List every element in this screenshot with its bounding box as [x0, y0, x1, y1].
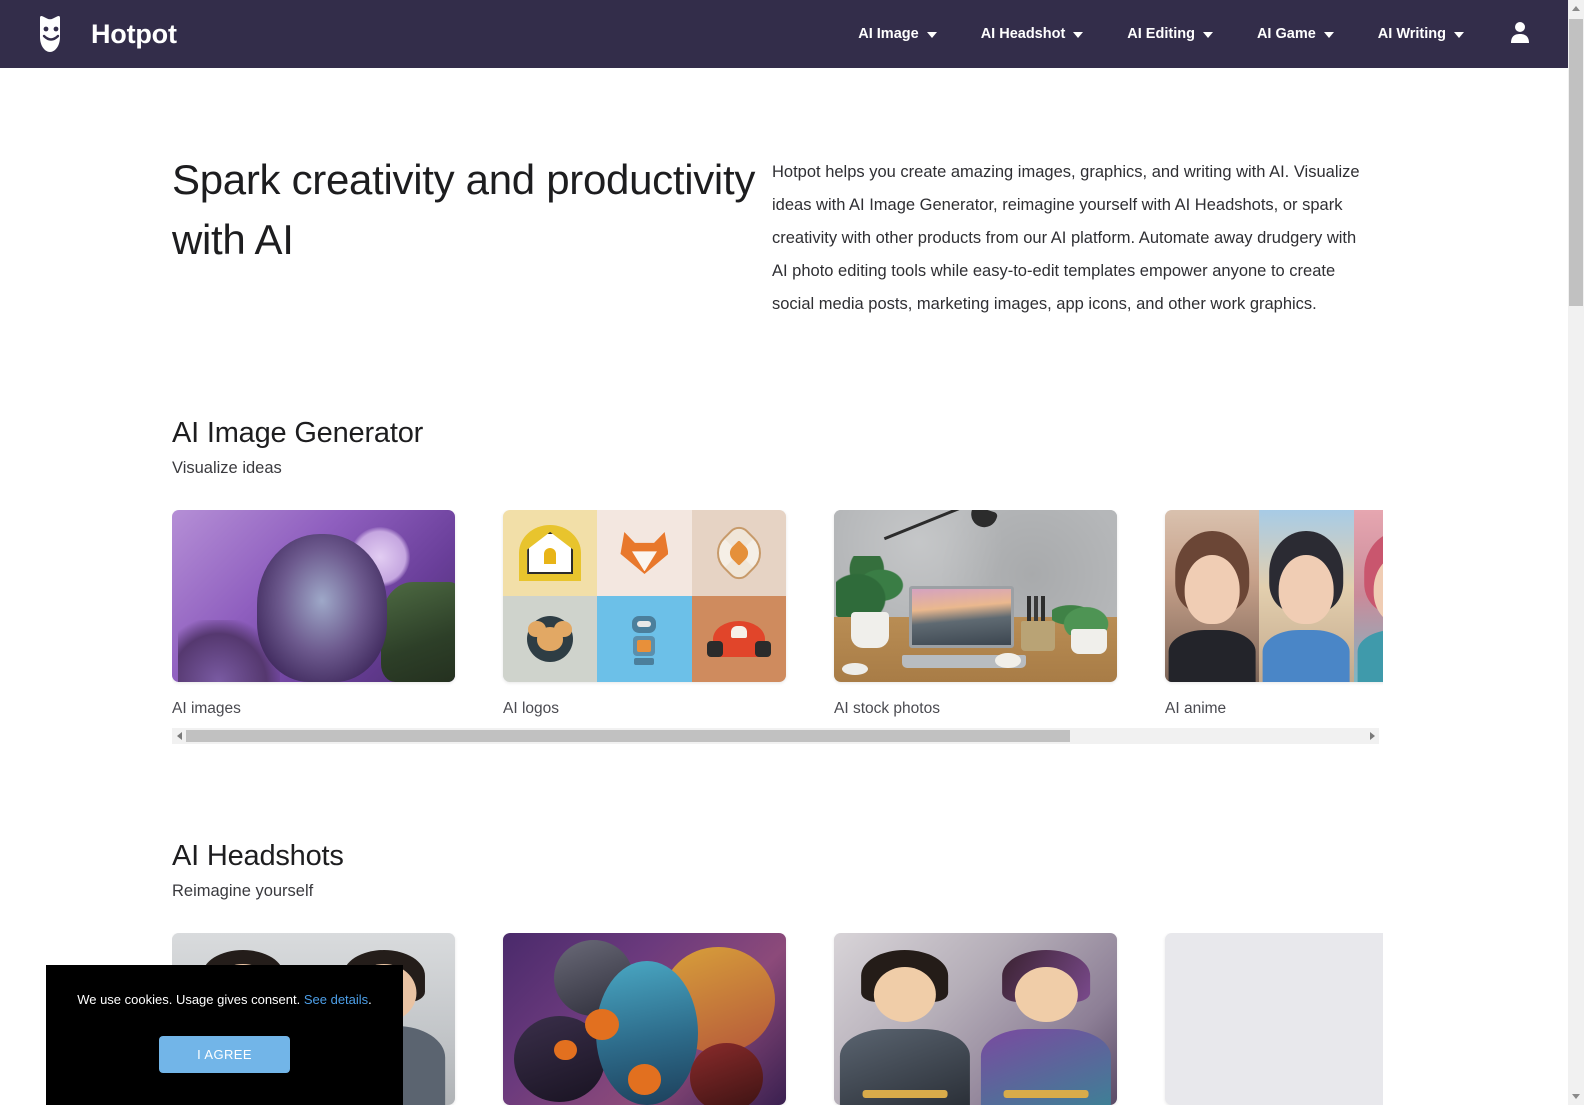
hero-right: Hotpot helps you create amazing images, …: [772, 150, 1372, 321]
nav-label: AI Image: [858, 26, 919, 42]
card-thumbnail[interactable]: [834, 510, 1117, 682]
chevron-down-icon: [1323, 32, 1334, 38]
church-logo-icon: [503, 510, 598, 596]
carousel-horizontal-scrollbar[interactable]: [172, 728, 1379, 744]
card-ai-stock-photos[interactable]: AI stock photos: [834, 510, 1117, 718]
chevron-down-icon: [926, 32, 937, 38]
card-lunar-new-year-headshots[interactable]: Lunar New Year Headshots: [1165, 933, 1383, 1105]
fox-logo-icon: [597, 510, 692, 596]
race-car-logo-icon: [691, 596, 786, 682]
cookie-text-after-link: .: [368, 992, 372, 1007]
section-title: AI Headshots: [172, 840, 344, 872]
page-title: Spark creativity and productivity with A…: [172, 156, 756, 263]
chevron-down-icon: [1073, 32, 1084, 38]
flower-logo-icon: [691, 510, 786, 596]
chevron-down-icon: [1202, 32, 1213, 38]
card-thumbnail[interactable]: [503, 510, 786, 682]
nav-item-ai-writing[interactable]: AI Writing: [1356, 16, 1486, 52]
nav-item-ai-headshot[interactable]: AI Headshot: [959, 16, 1106, 52]
hero-description: Hotpot helps you create amazing images, …: [772, 163, 1360, 313]
card-label: AI logos: [503, 700, 560, 717]
scroll-left-arrow-icon[interactable]: [172, 728, 186, 744]
main-navigation: AI Image AI Headshot AI Editing AI Game …: [836, 13, 1568, 56]
nav-label: AI Headshot: [980, 26, 1066, 42]
card-thumbnail[interactable]: [834, 933, 1117, 1105]
scroll-up-arrow-icon[interactable]: [1568, 0, 1584, 17]
vertical-scrollbar-thumb[interactable]: [1569, 19, 1583, 306]
card-thumbnail[interactable]: [1165, 933, 1383, 1105]
card-label: AI anime: [1165, 700, 1227, 717]
nav-item-ai-editing[interactable]: AI Editing: [1105, 16, 1235, 52]
cookie-text-before-link: We use cookies. Usage gives consent.: [77, 992, 304, 1007]
card-thumbnail[interactable]: [1165, 510, 1383, 682]
section-ai-image-generator: AI Image Generator Visualize ideas AI im…: [0, 417, 1568, 744]
scroll-right-arrow-icon[interactable]: [1365, 728, 1379, 744]
brand-logo-link[interactable]: Hotpot: [30, 14, 177, 54]
section-subtitle: Reimagine yourself: [172, 882, 314, 900]
ai-stock-photos-artwork: [834, 510, 1117, 682]
account-button[interactable]: [1486, 13, 1546, 56]
nav-item-ai-image[interactable]: AI Image: [836, 16, 958, 52]
scroll-down-arrow-icon[interactable]: [1568, 1088, 1584, 1105]
card-thumbnail[interactable]: [503, 933, 786, 1105]
site-header: Hotpot AI Image AI Headshot AI Editing A…: [0, 0, 1568, 68]
page-root: Hotpot AI Image AI Headshot AI Editing A…: [0, 0, 1584, 1105]
card-ai-anime[interactable]: AI anime: [1165, 510, 1383, 718]
page-content: Spark creativity and productivity with A…: [0, 68, 1568, 1105]
user-avatar-icon: [1510, 21, 1530, 48]
card-ai-halloween-headshots[interactable]: AI Halloween headshots: [503, 933, 786, 1105]
card-label: AI images: [172, 700, 241, 717]
card-ai-avatars[interactable]: AI avatars: [834, 933, 1117, 1105]
corgi-logo-icon: [503, 596, 598, 682]
section-title: AI Image Generator: [172, 417, 424, 449]
carousel-ai-image-generator: AI images AI logos AI stock photos AI an…: [172, 510, 1383, 744]
scrollbar-track[interactable]: [186, 730, 1365, 742]
nav-label: AI Editing: [1127, 26, 1195, 42]
card-ai-logos[interactable]: AI logos: [503, 510, 786, 718]
cookie-message: We use cookies. Usage gives consent. See…: [77, 991, 372, 1009]
section-subtitle: Visualize ideas: [172, 459, 282, 477]
card-thumbnail[interactable]: [172, 510, 455, 682]
ai-halloween-headshots-artwork: [503, 933, 786, 1105]
carousel-track: AI images AI logos AI stock photos AI an…: [172, 510, 1383, 718]
nav-label: AI Writing: [1377, 26, 1446, 42]
nav-item-ai-game[interactable]: AI Game: [1235, 16, 1356, 52]
card-ai-images[interactable]: AI images: [172, 510, 455, 718]
ai-anime-artwork: [1165, 510, 1383, 682]
nav-label: AI Game: [1256, 26, 1316, 42]
see-details-link[interactable]: See details: [304, 992, 368, 1007]
card-label: AI stock photos: [834, 700, 940, 717]
ai-avatars-artwork: [834, 933, 1117, 1105]
ai-logos-artwork: [503, 510, 786, 682]
cookie-consent-banner: We use cookies. Usage gives consent. See…: [46, 965, 403, 1105]
scrollbar-thumb[interactable]: [186, 730, 1071, 742]
hero-left: Spark creativity and productivity with A…: [172, 150, 772, 321]
i-agree-button[interactable]: I AGREE: [159, 1036, 290, 1074]
robot-logo-icon: [597, 596, 692, 682]
hero-section: Spark creativity and productivity with A…: [0, 68, 1568, 321]
page-vertical-scrollbar[interactable]: [1568, 0, 1584, 1105]
ai-images-artwork: [172, 510, 455, 682]
hotpot-smiley-logo-icon: [30, 14, 78, 54]
brand-name: Hotpot: [91, 18, 177, 49]
chevron-down-icon: [1454, 32, 1464, 38]
